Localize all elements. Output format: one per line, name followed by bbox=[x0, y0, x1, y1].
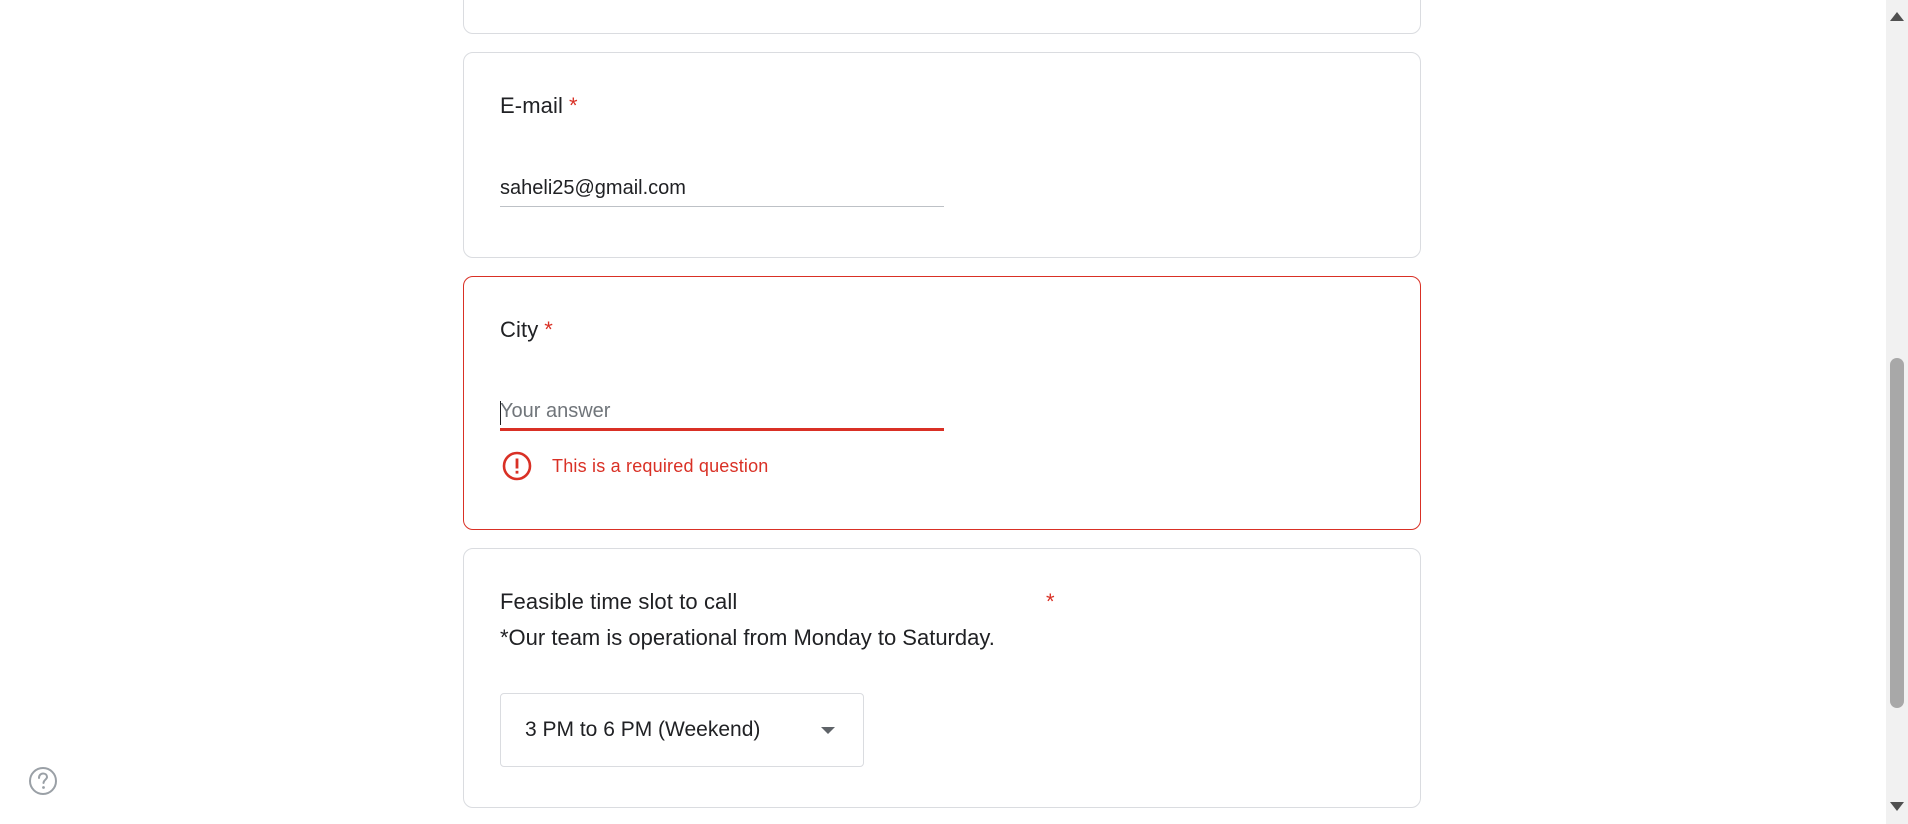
email-input[interactable] bbox=[500, 171, 944, 207]
time-slot-description: *Our team is operational from Monday to … bbox=[500, 625, 995, 650]
vertical-scrollbar[interactable] bbox=[1886, 0, 1908, 824]
city-input[interactable] bbox=[500, 395, 944, 431]
city-question-title: City * bbox=[500, 315, 553, 345]
form-viewport: E-mail* City* This is a required questio… bbox=[0, 0, 1908, 824]
scroll-down-arrow-icon[interactable] bbox=[1890, 802, 1904, 811]
required-asterisk: * bbox=[1046, 589, 1055, 614]
email-question-label: E-mail bbox=[500, 93, 563, 118]
error-circle-icon bbox=[502, 451, 532, 481]
time-slot-question-card: Feasible time slot to call * *Our team i… bbox=[463, 548, 1421, 808]
city-error-message: This is a required question bbox=[552, 455, 769, 476]
city-question-card: City* This is a required question bbox=[463, 276, 1421, 530]
help-circle-icon[interactable] bbox=[28, 766, 58, 796]
required-asterisk: * bbox=[568, 93, 578, 118]
text-cursor bbox=[500, 401, 501, 425]
time-slot-selected-value: 3 PM to 6 PM (Weekend) bbox=[525, 718, 761, 741]
email-question-title: E-mail * bbox=[500, 91, 578, 121]
city-question-label: City bbox=[500, 317, 539, 342]
time-slot-question-title: Feasible time slot to call bbox=[500, 589, 738, 614]
scroll-up-arrow-icon[interactable] bbox=[1890, 12, 1904, 21]
time-slot-dropdown[interactable]: 3 PM to 6 PM (Weekend) bbox=[500, 693, 864, 767]
scrollbar-thumb[interactable] bbox=[1890, 358, 1904, 708]
email-question-card: E-mail * bbox=[463, 52, 1421, 258]
previous-question-card bbox=[463, 0, 1421, 34]
city-error-row: This is a required question bbox=[502, 451, 769, 481]
required-asterisk: * bbox=[544, 317, 553, 342]
dropdown-arrow-icon bbox=[821, 727, 835, 734]
